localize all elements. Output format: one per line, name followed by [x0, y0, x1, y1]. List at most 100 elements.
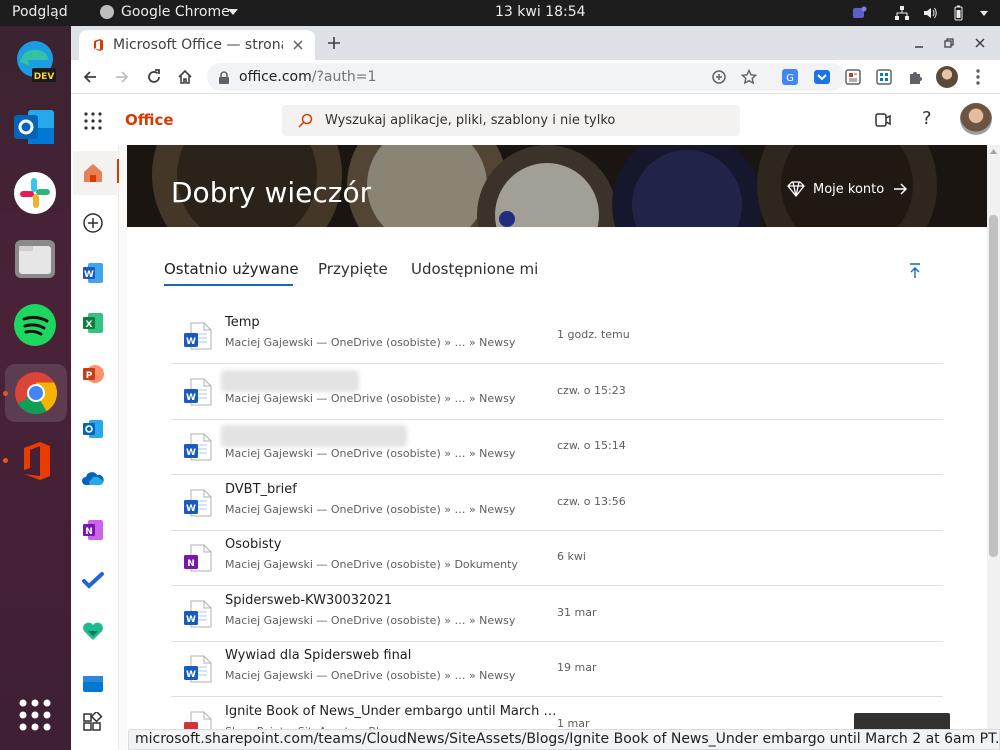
- volume-icon[interactable]: [922, 5, 938, 21]
- office-brand[interactable]: Office: [125, 111, 174, 129]
- profile-avatar[interactable]: [936, 66, 958, 88]
- page-scrollbar[interactable]: [987, 145, 1000, 750]
- install-app-icon[interactable]: [711, 69, 727, 85]
- chrome-menu-icon[interactable]: [975, 68, 981, 86]
- word-file-icon: W: [184, 322, 212, 350]
- search-placeholder: Wyszukaj aplikacje, pliki, szablony i ni…: [325, 113, 616, 128]
- create-rail-icon[interactable]: [81, 211, 105, 235]
- battery-icon[interactable]: [950, 5, 966, 21]
- all-apps-rail-icon[interactable]: [81, 712, 105, 736]
- word-file-icon: W: [184, 600, 212, 628]
- activities-button[interactable]: Podgląd: [12, 4, 68, 20]
- app-menu-label[interactable]: Google Chrome: [121, 4, 230, 20]
- file-modified-time: czw. o 15:23: [557, 384, 626, 397]
- svg-text:W: W: [186, 393, 196, 403]
- address-bar[interactable]: office.com/?auth=1: [207, 63, 845, 91]
- file-row[interactable]: W DVBT_brief Maciej Gajewski — OneDrive (o…: [171, 475, 943, 531]
- help-icon[interactable]: ?: [922, 108, 932, 129]
- teams-tray-icon[interactable]: [851, 5, 867, 21]
- extensions-puzzle-icon[interactable]: [907, 68, 925, 86]
- svg-text:W: W: [186, 337, 196, 347]
- arrow-right-icon[interactable]: [893, 183, 907, 195]
- upload-icon[interactable]: [908, 263, 922, 279]
- translate-extension-icon[interactable]: G: [781, 68, 799, 86]
- scrollbar-thumb[interactable]: [989, 215, 998, 557]
- my-account-link[interactable]: Moje konto: [813, 182, 884, 197]
- office-search-box[interactable]: Wyszukaj aplikacje, pliki, szablony i ni…: [282, 105, 740, 136]
- file-row[interactable]: W Wywiad dla Spidersweb final Maciej Gajew…: [171, 641, 943, 697]
- show-apps-button[interactable]: [12, 692, 58, 738]
- tab-pinned[interactable]: Przypięte: [318, 260, 388, 278]
- home-icon[interactable]: [177, 69, 193, 85]
- lock-icon[interactable]: [218, 71, 230, 84]
- files-icon: [15, 240, 55, 278]
- dock: DEV: [0, 26, 71, 750]
- restore-icon[interactable]: [943, 37, 955, 49]
- outlook-launcher[interactable]: [12, 104, 58, 150]
- slack-launcher[interactable]: [12, 170, 58, 216]
- account-avatar[interactable]: [960, 103, 992, 135]
- file-row[interactable]: W Spidersweb-KW30032021 Maciej Gajewski — …: [171, 586, 943, 642]
- todo-rail-icon[interactable]: [81, 569, 105, 593]
- chrome-launcher[interactable]: [5, 364, 67, 422]
- minimize-icon[interactable]: [913, 38, 925, 50]
- svg-text:N: N: [187, 559, 195, 569]
- close-tab-icon[interactable]: [293, 40, 303, 50]
- scroll-up-icon[interactable]: [990, 149, 997, 154]
- file-path: Maciej Gajewski — OneDrive (osobiste) » …: [225, 503, 516, 516]
- network-icon[interactable]: [894, 5, 910, 21]
- word-rail-icon[interactable]: W: [81, 261, 105, 285]
- forward-icon[interactable]: [114, 69, 130, 85]
- office-favicon-icon: [94, 39, 103, 51]
- back-icon[interactable]: [82, 69, 98, 85]
- close-window-icon[interactable]: [974, 37, 986, 49]
- app-menu-caret-icon[interactable]: [228, 9, 238, 15]
- file-name: Ignite Book of News_Under embargo until …: [225, 704, 557, 719]
- new-tab-icon[interactable]: [327, 36, 341, 50]
- spotify-launcher[interactable]: [12, 302, 58, 348]
- svg-text:W: W: [186, 670, 196, 680]
- edge-dev-launcher[interactable]: DEV: [12, 38, 58, 84]
- file-row[interactable]: W Maciej Gajewski — OneDrive (osobiste) »…: [171, 419, 943, 475]
- file-path: Maciej Gajewski — OneDrive (osobiste) » …: [225, 614, 516, 627]
- reload-icon[interactable]: [146, 69, 162, 85]
- url-host: office.com: [239, 69, 312, 85]
- word-file-icon: W: [184, 433, 212, 461]
- file-row[interactable]: W Maciej Gajewski — OneDrive (osobiste) »…: [171, 364, 943, 420]
- tab-shared[interactable]: Udostępnione mi: [411, 260, 538, 278]
- powerpoint-rail-icon[interactable]: P: [81, 362, 105, 386]
- excel-rail-icon[interactable]: X: [81, 311, 105, 335]
- browser-tab[interactable]: Microsoft Office — strona główna: [79, 30, 315, 60]
- tab-recent[interactable]: Ostatnio używane: [164, 260, 299, 278]
- svg-text:P: P: [86, 371, 93, 381]
- sway-rail-icon[interactable]: [81, 672, 105, 696]
- meet-now-icon[interactable]: [874, 110, 892, 130]
- system-menu-caret-icon[interactable]: [976, 5, 992, 21]
- file-modified-time: czw. o 15:14: [557, 439, 626, 452]
- file-modified-time: czw. o 13:56: [557, 495, 626, 508]
- clock[interactable]: 13 kwi 18:54: [495, 4, 586, 20]
- outlook-icon: [14, 110, 54, 144]
- family-safety-rail-icon[interactable]: [81, 619, 105, 643]
- outlook-rail-icon[interactable]: [81, 417, 105, 441]
- url-path: /?auth=1: [311, 69, 377, 85]
- bookmark-star-icon[interactable]: [741, 69, 757, 85]
- pocket-extension-icon[interactable]: [813, 68, 831, 86]
- windows-extension-icon[interactable]: [875, 68, 893, 86]
- app-launcher-waffle-icon[interactable]: [84, 112, 102, 130]
- file-row[interactable]: W Temp Maciej Gajewski — OneDrive (osobist…: [171, 308, 943, 364]
- svg-text:G: G: [786, 73, 794, 84]
- office-launcher[interactable]: [12, 438, 58, 484]
- file-path: Maciej Gajewski — OneDrive (osobiste) » …: [225, 336, 516, 349]
- onedrive-rail-icon[interactable]: [81, 467, 105, 491]
- file-row[interactable]: N Osobisty Maciej Gajewski — OneDrive (oso…: [171, 530, 943, 586]
- svg-text:N: N: [85, 527, 93, 537]
- word-file-icon: W: [184, 489, 212, 517]
- file-path: Maciej Gajewski — OneDrive (osobiste) » …: [225, 558, 518, 571]
- greeting-heading: Dobry wieczór: [171, 176, 372, 209]
- news-extension-icon[interactable]: [844, 68, 862, 86]
- link-status-bar: microsoft.sharepoint.com/teams/CloudNews…: [128, 729, 1000, 750]
- files-launcher[interactable]: [12, 236, 58, 282]
- file-path: Maciej Gajewski — OneDrive (osobiste) » …: [225, 669, 516, 682]
- onenote-rail-icon[interactable]: N: [81, 518, 105, 542]
